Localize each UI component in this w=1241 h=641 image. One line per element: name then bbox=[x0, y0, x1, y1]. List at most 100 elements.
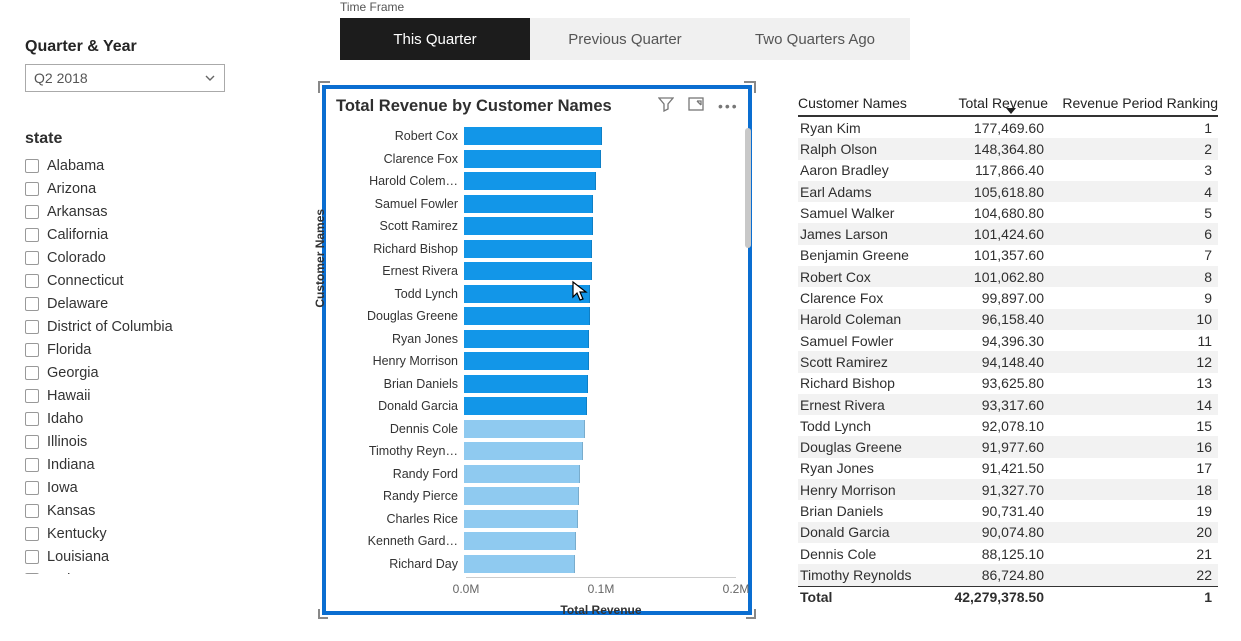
bar-fill[interactable] bbox=[464, 150, 601, 168]
bar-row[interactable]: Ryan Jones bbox=[348, 328, 738, 351]
state-option[interactable]: Georgia bbox=[25, 361, 255, 384]
bar-fill[interactable] bbox=[464, 330, 589, 348]
bar-fill[interactable] bbox=[464, 352, 589, 370]
state-option[interactable]: Kentucky bbox=[25, 522, 255, 545]
checkbox-icon[interactable] bbox=[25, 320, 39, 334]
state-option[interactable]: Idaho bbox=[25, 407, 255, 430]
bar-fill[interactable] bbox=[464, 217, 593, 235]
checkbox-icon[interactable] bbox=[25, 205, 39, 219]
state-option[interactable]: Alabama bbox=[25, 154, 255, 177]
table-row[interactable]: Scott Ramirez94,148.4012 bbox=[798, 351, 1218, 372]
bar-row[interactable]: Donald Garcia bbox=[348, 395, 738, 418]
state-option[interactable]: Illinois bbox=[25, 430, 255, 453]
state-option[interactable]: Iowa bbox=[25, 476, 255, 499]
bar-row[interactable]: Samuel Fowler bbox=[348, 193, 738, 216]
focus-mode-icon[interactable] bbox=[688, 96, 704, 115]
checkbox-icon[interactable] bbox=[25, 527, 39, 541]
bar-fill[interactable] bbox=[464, 510, 578, 528]
state-option[interactable]: Louisiana bbox=[25, 545, 255, 568]
bar-row[interactable]: Richard Bishop bbox=[348, 238, 738, 261]
bar-fill[interactable] bbox=[464, 555, 575, 573]
state-option[interactable]: Colorado bbox=[25, 246, 255, 269]
bar-row[interactable]: Timothy Reyn… bbox=[348, 440, 738, 463]
bar-fill[interactable] bbox=[464, 420, 585, 438]
checkbox-icon[interactable] bbox=[25, 573, 39, 575]
bar-row[interactable]: Randy Pierce bbox=[348, 485, 738, 508]
revenue-table-visual[interactable]: Customer Names Total Revenue Revenue Per… bbox=[798, 95, 1218, 605]
quarter-year-dropdown[interactable]: Q2 2018 bbox=[25, 64, 225, 92]
timeframe-button[interactable]: Two Quarters Ago bbox=[720, 18, 910, 60]
bar-fill[interactable] bbox=[464, 285, 590, 303]
more-options-icon[interactable]: ••• bbox=[718, 98, 739, 114]
bar-row[interactable]: Kenneth Gard… bbox=[348, 530, 738, 553]
table-row[interactable]: Brian Daniels90,731.4019 bbox=[798, 500, 1218, 521]
table-row[interactable]: Samuel Walker104,680.805 bbox=[798, 202, 1218, 223]
bar-fill[interactable] bbox=[464, 195, 593, 213]
checkbox-icon[interactable] bbox=[25, 458, 39, 472]
table-row[interactable]: Richard Bishop93,625.8013 bbox=[798, 373, 1218, 394]
checkbox-icon[interactable] bbox=[25, 504, 39, 518]
state-option[interactable]: Connecticut bbox=[25, 269, 255, 292]
bar-fill[interactable] bbox=[464, 375, 588, 393]
bar-fill[interactable] bbox=[464, 307, 590, 325]
state-option[interactable]: Hawaii bbox=[25, 384, 255, 407]
checkbox-icon[interactable] bbox=[25, 412, 39, 426]
bar-fill[interactable] bbox=[464, 532, 576, 550]
state-option[interactable]: District of Columbia bbox=[25, 315, 255, 338]
state-option[interactable]: California bbox=[25, 223, 255, 246]
table-row[interactable]: Aaron Bradley117,866.403 bbox=[798, 160, 1218, 181]
bar-fill[interactable] bbox=[464, 127, 602, 145]
col-header-revenue[interactable]: Total Revenue bbox=[938, 95, 1048, 111]
bar-row[interactable]: Harold Colem… bbox=[348, 170, 738, 193]
bar-row[interactable]: Henry Morrison bbox=[348, 350, 738, 373]
state-option[interactable]: Kansas bbox=[25, 499, 255, 522]
table-row[interactable]: Donald Garcia90,074.8020 bbox=[798, 522, 1218, 543]
table-row[interactable]: Samuel Fowler94,396.3011 bbox=[798, 330, 1218, 351]
bar-row[interactable]: Robert Cox bbox=[348, 125, 738, 148]
bar-row[interactable]: Ernest Rivera bbox=[348, 260, 738, 283]
bar-fill[interactable] bbox=[464, 240, 592, 258]
bar-row[interactable]: Randy Ford bbox=[348, 463, 738, 486]
checkbox-icon[interactable] bbox=[25, 343, 39, 357]
table-row[interactable]: Douglas Greene91,977.6016 bbox=[798, 436, 1218, 457]
bar-row[interactable]: Brian Daniels bbox=[348, 373, 738, 396]
bar-row[interactable]: Clarence Fox bbox=[348, 148, 738, 171]
table-row[interactable]: Henry Morrison91,327.7018 bbox=[798, 479, 1218, 500]
state-option[interactable]: Delaware bbox=[25, 292, 255, 315]
table-row[interactable]: Dennis Cole88,125.1021 bbox=[798, 543, 1218, 564]
table-row[interactable]: Benjamin Greene101,357.607 bbox=[798, 245, 1218, 266]
table-row[interactable]: Ryan Jones91,421.5017 bbox=[798, 458, 1218, 479]
state-list[interactable]: AlabamaArizonaArkansasCaliforniaColorado… bbox=[25, 154, 255, 574]
checkbox-icon[interactable] bbox=[25, 297, 39, 311]
state-option[interactable]: Arizona bbox=[25, 177, 255, 200]
timeframe-button[interactable]: Previous Quarter bbox=[530, 18, 720, 60]
state-option[interactable]: Indiana bbox=[25, 453, 255, 476]
bar-fill[interactable] bbox=[464, 442, 583, 460]
bar-fill[interactable] bbox=[464, 487, 579, 505]
checkbox-icon[interactable] bbox=[25, 159, 39, 173]
bar-row[interactable]: Douglas Greene bbox=[348, 305, 738, 328]
table-row[interactable]: Earl Adams105,618.804 bbox=[798, 181, 1218, 202]
chart-scrollbar[interactable] bbox=[745, 128, 751, 248]
table-row[interactable]: James Larson101,424.606 bbox=[798, 223, 1218, 244]
state-option[interactable]: Arkansas bbox=[25, 200, 255, 223]
bar-row[interactable]: Scott Ramirez bbox=[348, 215, 738, 238]
bar-fill[interactable] bbox=[464, 465, 580, 483]
bar-row[interactable]: Charles Rice bbox=[348, 508, 738, 531]
checkbox-icon[interactable] bbox=[25, 389, 39, 403]
bar-row[interactable]: Dennis Cole bbox=[348, 418, 738, 441]
bar-fill[interactable] bbox=[464, 397, 587, 415]
col-header-ranking[interactable]: Revenue Period Ranking bbox=[1048, 95, 1218, 111]
checkbox-icon[interactable] bbox=[25, 182, 39, 196]
bar-row[interactable]: Richard Day bbox=[348, 553, 738, 576]
filter-icon[interactable] bbox=[658, 96, 674, 115]
table-row[interactable]: Robert Cox101,062.808 bbox=[798, 266, 1218, 287]
checkbox-icon[interactable] bbox=[25, 251, 39, 265]
table-row[interactable]: Harold Coleman96,158.4010 bbox=[798, 309, 1218, 330]
table-row[interactable]: Ernest Rivera93,317.6014 bbox=[798, 394, 1218, 415]
checkbox-icon[interactable] bbox=[25, 550, 39, 564]
state-option[interactable]: Maine bbox=[25, 568, 255, 574]
table-row[interactable]: Timothy Reynolds86,724.8022 bbox=[798, 564, 1218, 585]
table-row[interactable]: Clarence Fox99,897.009 bbox=[798, 287, 1218, 308]
timeframe-button[interactable]: This Quarter bbox=[340, 18, 530, 60]
